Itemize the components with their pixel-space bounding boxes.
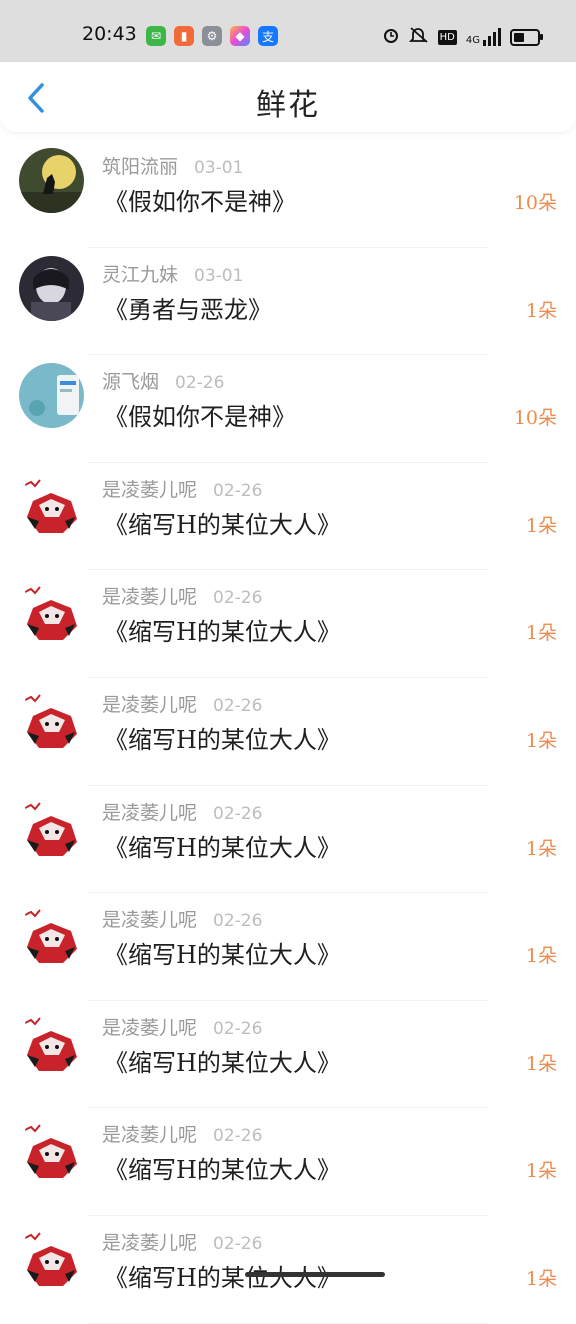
flower-record-list: 筑阳流丽 03-01 《假如你不是神》 10朵 灵江九妹 03-01 《勇者与恶龙》 1朵 源飞… <box>0 140 576 1324</box>
book-title[interactable]: 《勇者与恶龙》 <box>104 290 272 325</box>
notification-icons: ✉ ▮ ⚙ ◆ 支 <box>146 26 278 46</box>
username: 是凌萎儿呢 <box>102 1231 198 1254</box>
nav-header: 鲜花 <box>0 62 576 132</box>
avatar[interactable] <box>19 901 84 967</box>
book-title[interactable]: 《假如你不是神》 <box>104 182 296 217</box>
username: 源飞烟 <box>102 371 160 394</box>
list-item[interactable]: 是凌萎儿呢 02-26 《缩写H的某位大人》 1朵 <box>0 570 576 678</box>
list-item[interactable]: 是凌萎儿呢 02-26 《缩写H的某位大人》 1朵 <box>0 786 576 894</box>
reader-icon: ▮ <box>174 26 194 46</box>
flower-count: 1朵 <box>525 299 557 322</box>
book-title[interactable]: 《缩写H的某位大人》 <box>104 1043 341 1078</box>
list-item[interactable]: 是凌萎儿呢 02-26 《缩写H的某位大人》 1朵 <box>0 463 576 571</box>
flower-count: 10朵 <box>513 407 557 430</box>
item-meta: 灵江九妹 03-01 <box>102 260 243 287</box>
alipay-icon: 支 <box>258 26 278 46</box>
book-title[interactable]: 《缩写H的某位大人》 <box>104 720 341 755</box>
username: 是凌萎儿呢 <box>102 1016 198 1039</box>
date: 02-26 <box>175 373 225 394</box>
list-item[interactable]: 源飞烟 02-26 《假如你不是神》 10朵 <box>0 355 576 463</box>
username: 是凌萎儿呢 <box>102 478 198 501</box>
date: 02-26 <box>213 1233 263 1254</box>
list-item[interactable]: 是凌萎儿呢 02-26 《缩写H的某位大人》 1朵 <box>0 1108 576 1216</box>
item-meta: 是凌萎儿呢 02-26 <box>102 475 262 502</box>
divider <box>88 1322 488 1324</box>
list-item[interactable]: 是凌萎儿呢 02-26 《缩写H的某位大人》 1朵 <box>0 1216 576 1324</box>
date: 02-26 <box>213 588 263 609</box>
list-item[interactable]: 灵江九妹 03-01 《勇者与恶龙》 1朵 <box>0 248 576 356</box>
flower-count: 1朵 <box>525 837 557 860</box>
system-status: HD 4G <box>382 26 543 48</box>
item-meta: 是凌萎儿呢 02-26 <box>102 1120 262 1147</box>
username: 灵江九妹 <box>102 263 179 286</box>
book-title[interactable]: 《缩写H的某位大人》 <box>104 828 341 863</box>
avatar[interactable] <box>19 793 84 859</box>
avatar[interactable] <box>19 363 84 429</box>
flower-count: 1朵 <box>525 514 557 537</box>
page-title: 鲜花 <box>256 88 320 123</box>
network-type: 4G <box>465 35 480 46</box>
avatar[interactable] <box>19 1008 84 1074</box>
list-item[interactable]: 是凌萎儿呢 02-26 《缩写H的某位大人》 1朵 <box>0 893 576 1001</box>
book-title[interactable]: 《缩写H的某位大人》 <box>104 935 341 970</box>
date: 02-26 <box>213 803 263 824</box>
item-meta: 是凌萎儿呢 02-26 <box>102 1228 262 1255</box>
list-item[interactable]: 筑阳流丽 03-01 《假如你不是神》 10朵 <box>0 140 576 248</box>
flower-count: 1朵 <box>525 1052 557 1075</box>
battery-icon <box>510 28 543 46</box>
avatar[interactable] <box>19 1116 84 1182</box>
gallery-icon: ◆ <box>230 26 250 46</box>
avatar[interactable] <box>19 148 84 213</box>
flower-count: 1朵 <box>525 729 557 752</box>
username: 是凌萎儿呢 <box>102 586 198 609</box>
username: 是凌萎儿呢 <box>102 801 198 824</box>
book-title[interactable]: 《缩写H的某位大人》 <box>104 612 341 647</box>
status-time: 20:43 <box>82 23 137 45</box>
avatar[interactable] <box>19 685 84 751</box>
flower-count: 10朵 <box>513 192 557 214</box>
book-title[interactable]: 《缩写H的某位大人》 <box>104 505 341 540</box>
signal-icon: 4G <box>466 28 501 46</box>
avatar[interactable] <box>19 255 84 321</box>
item-meta: 筑阳流丽 03-01 <box>102 152 243 179</box>
username: 是凌萎儿呢 <box>102 693 198 716</box>
avatar[interactable] <box>19 578 84 644</box>
item-meta: 是凌萎儿呢 02-26 <box>102 905 262 932</box>
avatar[interactable] <box>19 1223 84 1289</box>
alarm-icon <box>382 26 400 48</box>
list-item[interactable]: 是凌萎儿呢 02-26 《缩写H的某位大人》 1朵 <box>0 678 576 786</box>
hd-icon: HD <box>437 29 457 45</box>
item-meta: 是凌萎儿呢 02-26 <box>102 798 262 825</box>
flower-count: 1朵 <box>525 1267 557 1290</box>
status-bar: 20:43 ✉ ▮ ⚙ ◆ 支 HD 4G <box>0 0 576 62</box>
wechat-icon: ✉ <box>146 26 166 46</box>
username: 筑阳流丽 <box>102 156 179 178</box>
settings-icon: ⚙ <box>202 26 222 46</box>
home-indicator[interactable] <box>245 1272 385 1277</box>
mute-icon <box>408 26 429 48</box>
item-meta: 是凌萎儿呢 02-26 <box>102 582 262 609</box>
battery-level <box>514 32 524 42</box>
date: 02-26 <box>213 1126 263 1147</box>
date: 03-01 <box>194 158 244 178</box>
book-title[interactable]: 《假如你不是神》 <box>104 397 296 432</box>
date: 02-26 <box>213 480 263 501</box>
list-item[interactable]: 是凌萎儿呢 02-26 《缩写H的某位大人》 1朵 <box>0 1001 576 1109</box>
date: 03-01 <box>194 265 244 286</box>
username: 是凌萎儿呢 <box>102 1124 198 1147</box>
book-title[interactable]: 《缩写H的某位大人》 <box>104 1150 341 1185</box>
avatar[interactable] <box>19 470 84 536</box>
date: 02-26 <box>213 695 263 716</box>
flower-count: 1朵 <box>525 1160 557 1183</box>
item-meta: 是凌萎儿呢 02-26 <box>102 1013 262 1040</box>
item-meta: 源飞烟 02-26 <box>102 367 224 394</box>
flower-count: 1朵 <box>525 945 557 968</box>
flower-count: 1朵 <box>525 622 557 645</box>
date: 02-26 <box>213 1018 263 1039</box>
item-meta: 是凌萎儿呢 02-26 <box>102 690 262 717</box>
username: 是凌萎儿呢 <box>102 909 198 932</box>
date: 02-26 <box>213 911 263 932</box>
